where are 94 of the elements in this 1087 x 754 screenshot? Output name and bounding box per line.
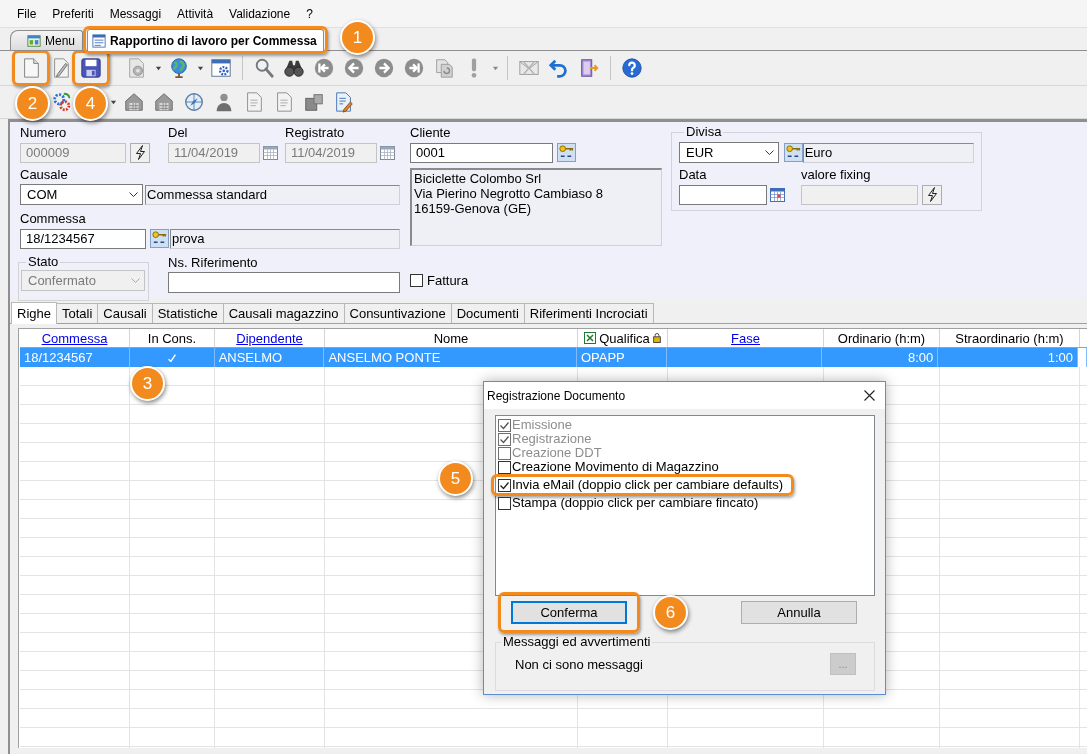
menu-item[interactable]: Attività xyxy=(169,6,222,21)
menu-item[interactable]: Messaggi xyxy=(101,6,170,21)
door-icon xyxy=(578,57,600,79)
gears-icon xyxy=(51,91,73,113)
address-line: 16159-Genova (GE) xyxy=(414,201,532,216)
section-tab[interactable]: Righe xyxy=(11,302,57,324)
field-label: Del xyxy=(168,125,188,141)
home-window-icon xyxy=(27,33,41,48)
generate-button[interactable] xyxy=(922,184,942,205)
column-header[interactable]: Qualifica xyxy=(578,329,668,347)
description-field: prova xyxy=(170,228,400,249)
caret-icon xyxy=(196,65,204,71)
field-label: Ns. Riferimento xyxy=(168,255,258,271)
column-header[interactable]: Dipendente xyxy=(215,329,325,347)
search-icon xyxy=(253,57,275,79)
chevron-icon xyxy=(764,150,774,155)
menu-item[interactable]: File xyxy=(9,6,45,21)
step-callout: 4 xyxy=(73,86,108,121)
column-header[interactable]: Fase xyxy=(668,329,824,347)
generate-button[interactable] xyxy=(130,142,150,163)
caret-icon xyxy=(154,65,162,71)
input-field[interactable]: 0001 xyxy=(410,142,553,163)
building-icon xyxy=(123,91,145,113)
step-callout: 2 xyxy=(15,86,50,121)
group-label: Divisa xyxy=(685,125,723,139)
window-gear-icon xyxy=(210,57,232,79)
chevron-icon xyxy=(131,278,140,283)
save-icon xyxy=(80,57,102,79)
input-field[interactable]: 18/1234567 xyxy=(20,228,146,249)
skip-back-icon xyxy=(313,57,335,79)
calendar-icon[interactable] xyxy=(380,145,395,160)
calendar-icon[interactable] xyxy=(770,187,785,202)
section-tab[interactable]: Riferimenti Incrociati xyxy=(524,303,654,323)
field-label: Commessa xyxy=(20,211,86,227)
help-icon xyxy=(621,57,643,79)
group-label: Stato xyxy=(27,255,60,269)
caret-icon xyxy=(109,99,117,105)
key-icon[interactable] xyxy=(783,143,803,162)
exclamation-icon xyxy=(471,58,477,78)
dialog-title: Registrazione Documento xyxy=(487,388,626,403)
globe-icon xyxy=(168,57,190,79)
column-header[interactable]: In Cons. xyxy=(130,329,215,347)
key-icon[interactable] xyxy=(557,143,576,162)
section-tab[interactable]: Documenti xyxy=(451,303,525,323)
arrow-left-icon xyxy=(343,57,365,79)
document-tab[interactable]: Rapportino di lavoro per Commessa xyxy=(87,29,324,51)
section-tab[interactable]: Causali xyxy=(98,303,153,323)
caret-icon xyxy=(491,65,499,71)
description-field: Euro xyxy=(802,142,974,163)
field-label: Causale xyxy=(20,167,68,183)
description-field: Commessa standard xyxy=(145,184,400,205)
menu-item[interactable]: Validazione xyxy=(221,6,299,21)
checkbox[interactable] xyxy=(410,274,423,287)
field-label: Data xyxy=(679,167,707,183)
document-tab[interactable]: Menu xyxy=(10,30,84,50)
column-header[interactable]: Ordinario (h:m) xyxy=(824,329,940,347)
arrow-right-icon xyxy=(373,57,395,79)
column-header[interactable]: Commessa xyxy=(20,329,130,347)
section-tab[interactable]: Consuntivazione xyxy=(344,303,452,323)
chevron-icon xyxy=(129,192,138,197)
building-icon xyxy=(153,91,175,113)
lightning-icon xyxy=(927,187,937,202)
field-label: Numero xyxy=(20,125,67,141)
column-header[interactable]: Straordinario (h:m) xyxy=(940,329,1080,347)
x-box-icon[interactable] xyxy=(584,332,597,344)
calendar-icon[interactable] xyxy=(263,145,278,160)
field-label: Registrato xyxy=(285,125,345,141)
group-label: Messaggi ed avvertimenti xyxy=(502,635,652,649)
lightning-icon xyxy=(135,145,145,160)
menu-item[interactable]: Preferiti xyxy=(44,6,102,21)
address-line: Via Pierino Negrotto Cambiaso 8 xyxy=(414,186,604,201)
dropdown[interactable]: EUR xyxy=(679,142,779,163)
dropdown[interactable]: COM xyxy=(20,184,143,205)
form-icon xyxy=(92,33,107,48)
section-tab[interactable]: Statistiche xyxy=(152,303,224,323)
key-icon[interactable] xyxy=(150,229,169,248)
menu-item[interactable]: ? xyxy=(298,6,321,21)
package-icon xyxy=(303,91,325,113)
address-line: Biciclette Colombo Srl xyxy=(414,171,542,186)
section-tab[interactable]: Causali magazzino xyxy=(223,303,345,323)
compass-icon xyxy=(183,91,205,113)
document-pen-icon xyxy=(333,91,355,113)
field-label: Cliente xyxy=(410,125,451,141)
checkbox-label: Fattura xyxy=(427,273,469,288)
message-text: Non ci sono messaggi xyxy=(515,656,643,672)
input-field[interactable] xyxy=(168,272,400,293)
section-tab[interactable]: Totali xyxy=(56,303,99,323)
field-label: valore fixing xyxy=(801,167,871,183)
copy-icon xyxy=(433,57,455,79)
lock-icon xyxy=(652,333,661,343)
skip-forward-icon xyxy=(403,57,425,79)
date-field[interactable] xyxy=(679,184,767,205)
undo-icon xyxy=(548,57,570,79)
column-header[interactable]: Nome xyxy=(325,329,578,347)
